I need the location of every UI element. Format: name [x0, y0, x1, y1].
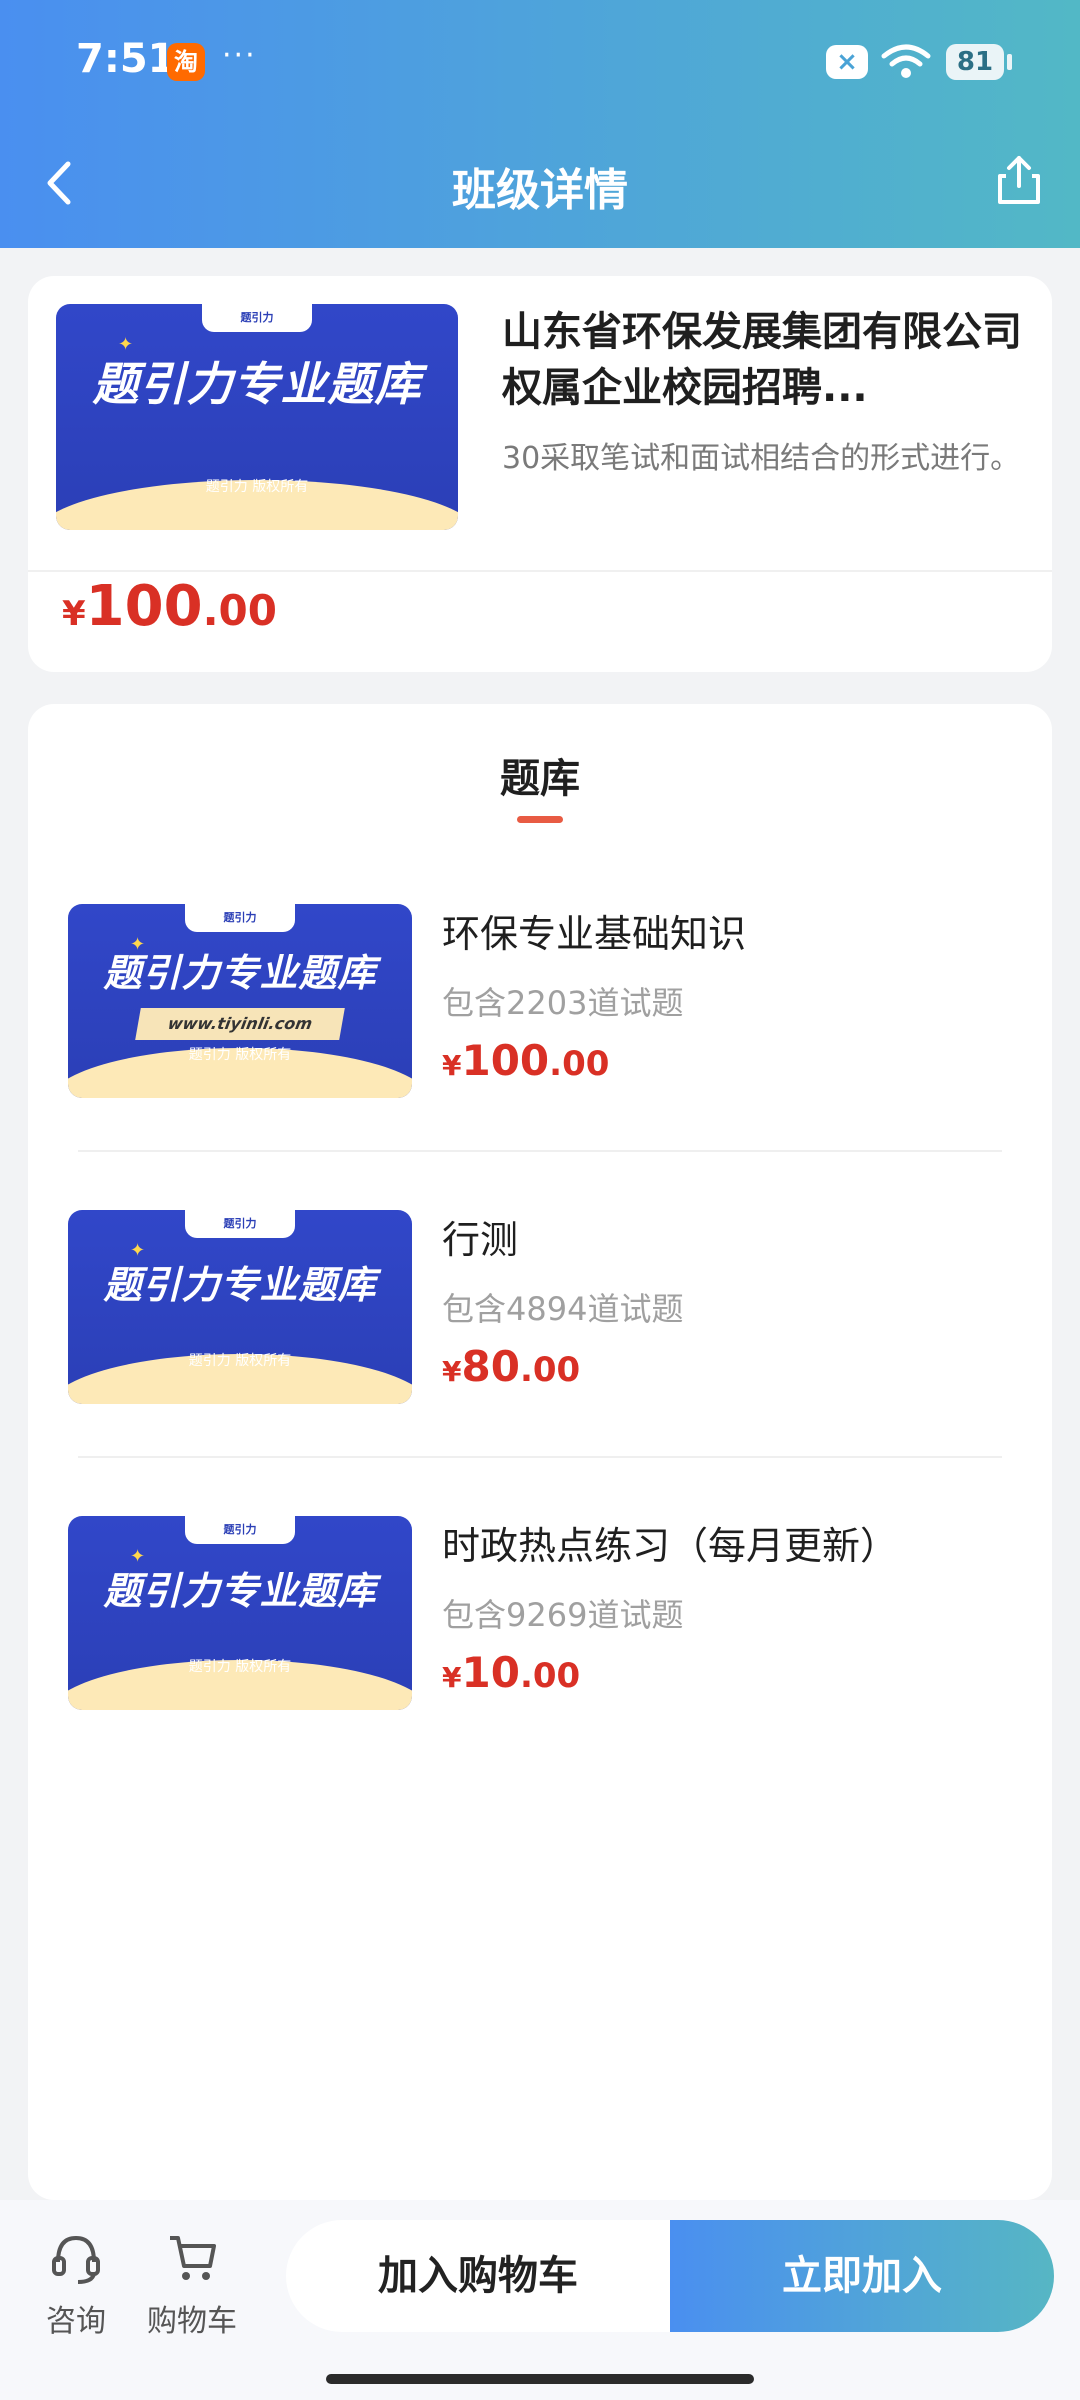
- cover-owner: 题引力 版权所有: [188, 1659, 292, 1675]
- course-title: 山东省环保发展集团有限公司权属企业校园招聘...: [502, 309, 1022, 411]
- price-decimals: .00: [549, 1044, 610, 1084]
- price-integer: 100: [85, 574, 203, 639]
- cover-logo: 题引力: [185, 1210, 295, 1238]
- cover-logo: 题引力: [202, 304, 312, 332]
- headset-icon: [52, 2235, 100, 2284]
- cover-logo: 题引力: [185, 1516, 295, 1544]
- cover-logo: 题引力: [185, 904, 295, 932]
- course-price: ¥100.00: [62, 574, 277, 639]
- price-decimals: .00: [519, 1656, 581, 1696]
- item-cover-image: 题引力 ✦ 题引力专业题库 题引力 版权所有: [68, 1210, 412, 1404]
- cart-label: 购物车: [147, 2304, 237, 2339]
- app-header: 7:51 淘 ··· × 81 班级详情: [0, 0, 1080, 248]
- tab-question-bank[interactable]: 题库: [28, 746, 1052, 804]
- price-decimals: .00: [202, 586, 277, 635]
- divider: [28, 570, 1052, 572]
- price-currency: ¥: [442, 1661, 462, 1694]
- consult-button[interactable]: 咨询: [16, 2230, 136, 2350]
- item-name: 环保专业基础知识: [442, 912, 747, 956]
- divider: [78, 1150, 1002, 1152]
- cover-owner: 题引力 版权所有: [188, 1353, 292, 1369]
- item-cover-image: 题引力 ✦ 题引力专业题库 www.tiyinli.com 题引力 版权所有: [68, 904, 412, 1098]
- taobao-app-icon: 淘: [167, 43, 205, 81]
- cart-button[interactable]: 购物车: [132, 2230, 252, 2350]
- item-question-count: 包含4894道试题: [442, 1290, 684, 1328]
- item-question-count: 包含2203道试题: [442, 984, 684, 1022]
- question-bank-item[interactable]: 题引力 ✦ 题引力专业题库 题引力 版权所有 时政热点练习（每月更新） 包含92…: [68, 1516, 1032, 1710]
- item-name: 时政热点练习（每月更新）: [442, 1524, 899, 1568]
- bottom-action-bar: 咨询 购物车 加入购物车 立即加入: [0, 2200, 1080, 2400]
- join-now-button[interactable]: 立即加入: [670, 2220, 1054, 2332]
- home-indicator[interactable]: [326, 2374, 754, 2384]
- cart-icon: [170, 2236, 216, 2280]
- question-bank-item[interactable]: 题引力 ✦ 题引力专业题库 www.tiyinli.com 题引力 版权所有 环…: [68, 904, 1032, 1098]
- price-currency: ¥: [442, 1049, 462, 1082]
- item-question-count: 包含9269道试题: [442, 1596, 684, 1634]
- item-name: 行测: [442, 1218, 519, 1262]
- page-title: 班级详情: [452, 165, 628, 216]
- price-currency: ¥: [62, 594, 86, 634]
- price-integer: 80: [461, 1342, 520, 1391]
- price-currency: ¥: [442, 1355, 462, 1388]
- tab-active-indicator: [517, 816, 563, 823]
- item-price: ¥100.00: [442, 1036, 609, 1085]
- share-icon[interactable]: [996, 154, 1042, 206]
- battery-indicator: 81: [946, 44, 1012, 80]
- item-price: ¥80.00: [442, 1342, 580, 1391]
- wifi-icon: [881, 44, 931, 78]
- cover-owner: 题引力 版权所有: [205, 479, 309, 495]
- course-description: 30采取笔试和面试相结合的形式进行。: [502, 441, 1021, 476]
- status-time: 7:51: [76, 36, 176, 82]
- no-sim-icon: ×: [826, 45, 868, 79]
- question-bank-card: 题库 题引力 ✦ 题引力专业题库 www.tiyinli.com 题引力 版权所…: [28, 704, 1052, 2200]
- item-price: ¥10.00: [442, 1648, 580, 1697]
- course-cover-image: 题引力 ✦ 题引力专业题库 题引力 版权所有: [56, 304, 458, 530]
- more-notifications-icon: ···: [222, 38, 257, 73]
- cover-url-banner: www.tiyinli.com: [135, 1008, 345, 1040]
- price-decimals: .00: [519, 1350, 581, 1390]
- price-integer: 100: [461, 1036, 550, 1085]
- cover-title: 题引力专业题库: [103, 951, 377, 995]
- question-bank-item[interactable]: 题引力 ✦ 题引力专业题库 题引力 版权所有 行测 包含4894道试题 ¥80.…: [68, 1210, 1032, 1404]
- cover-title: 题引力专业题库: [103, 1263, 377, 1307]
- price-integer: 10: [461, 1648, 520, 1697]
- add-to-cart-button[interactable]: 加入购物车: [286, 2220, 670, 2332]
- item-cover-image: 题引力 ✦ 题引力专业题库 题引力 版权所有: [68, 1516, 412, 1710]
- cover-title: 题引力专业题库: [103, 1569, 377, 1613]
- divider: [78, 1456, 1002, 1458]
- course-card: 题引力 ✦ 题引力专业题库 题引力 版权所有 山东省环保发展集团有限公司权属企业…: [28, 276, 1052, 672]
- consult-label: 咨询: [46, 2304, 106, 2339]
- cover-owner: 题引力 版权所有: [188, 1047, 292, 1063]
- cover-title: 题引力专业题库: [92, 357, 422, 411]
